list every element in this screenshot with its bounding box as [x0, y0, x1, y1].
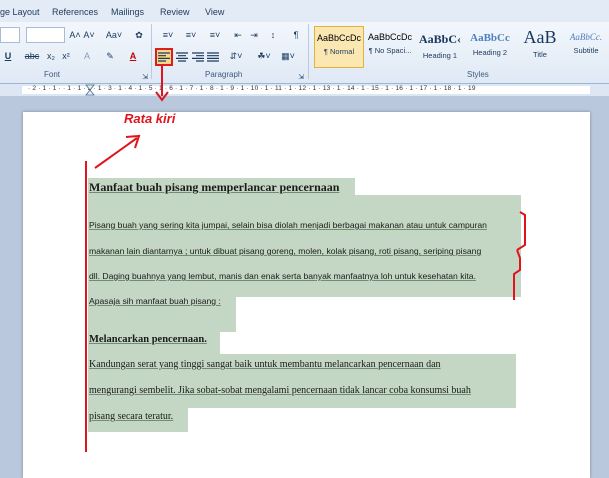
right-bracket-lower	[513, 249, 521, 300]
annotation-overlay	[85, 66, 526, 452]
annotation-arrow-line	[94, 137, 138, 169]
right-bracket-upper	[516, 211, 526, 251]
